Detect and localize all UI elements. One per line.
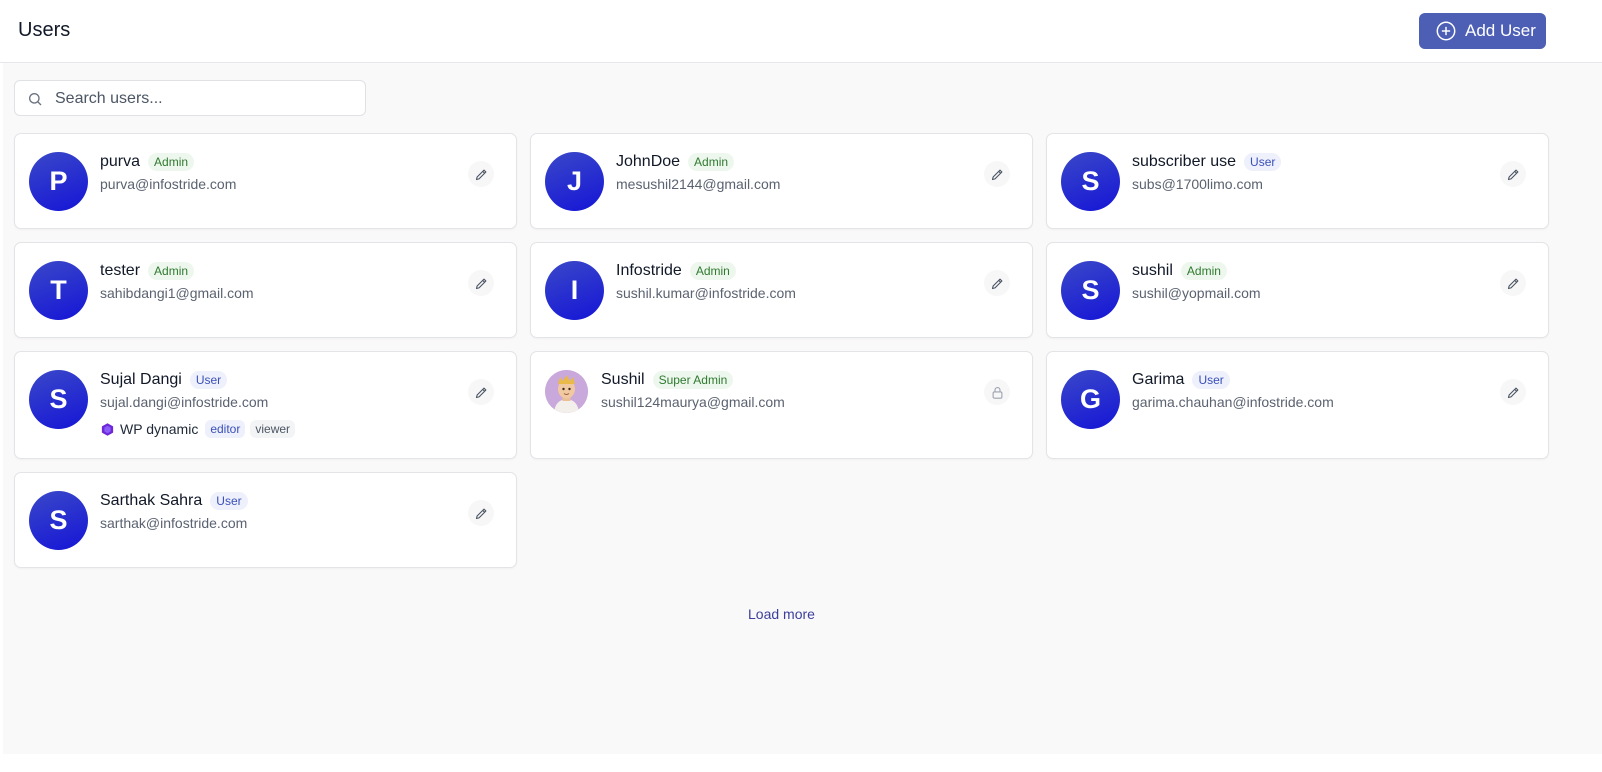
user-email: sarthak@infostride.com: [100, 515, 248, 531]
role-badge: Admin: [148, 262, 195, 280]
name-row: Sarthak Sahra User: [100, 492, 248, 510]
avatar: S: [1061, 261, 1120, 320]
user-email: sushil.kumar@infostride.com: [616, 285, 796, 301]
edit-user-button[interactable]: [1500, 379, 1526, 405]
add-user-label: Add User: [1465, 21, 1536, 40]
organization-logo-icon: [101, 422, 114, 436]
role-badge: User: [210, 492, 248, 510]
role-badge: Admin: [1180, 262, 1227, 280]
name-row: Sujal Dangi User: [100, 371, 228, 389]
page-header: Users Add User: [0, 0, 1602, 63]
user-name: subscriber use: [1132, 153, 1237, 170]
edit-user-button[interactable]: [468, 379, 494, 405]
user-name: sushil: [1132, 262, 1173, 279]
user-email: mesushil2144@gmail.com: [616, 176, 781, 192]
role-badge: Admin: [688, 153, 735, 171]
user-card: G Garima User garima.chauhan@infostride.…: [1046, 351, 1549, 459]
user-card: S Sujal Dangi User sujal.dangi@infostrid…: [14, 351, 517, 459]
avatar: T: [29, 261, 88, 320]
user-card: I Infostride Admin sushil.kumar@infostri…: [530, 242, 1033, 338]
organization-name: WP dynamic: [120, 421, 199, 437]
edit-user-button[interactable]: [984, 161, 1010, 187]
user-card: Sushil Super Admin sushil124maurya@gmail…: [530, 351, 1033, 459]
user-card: T tester Admin sahibdangi1@gmail.com: [14, 242, 517, 338]
page-title: Users: [18, 19, 71, 41]
edit-user-button[interactable]: [468, 270, 494, 296]
role-badge: Super Admin: [652, 371, 734, 389]
user-name: Infostride: [616, 262, 682, 279]
avatar: S: [29, 491, 88, 550]
name-row: tester Admin: [100, 262, 195, 280]
user-email: sujal.dangi@infostride.com: [100, 394, 269, 410]
user-name: Sujal Dangi: [100, 371, 182, 388]
name-row: JohnDoe Admin: [616, 153, 735, 171]
user-name: purva: [100, 153, 141, 170]
user-card: S sushil Admin sushil@yopmail.com: [1046, 242, 1549, 338]
avatar: S: [29, 370, 88, 429]
pencil-icon: [475, 278, 486, 289]
pencil-icon: [991, 278, 1002, 289]
user-name: Garima: [1132, 371, 1185, 388]
search-input[interactable]: [55, 87, 355, 111]
user-name: JohnDoe: [616, 153, 681, 170]
role-badge: User: [189, 371, 228, 389]
edit-user-button[interactable]: [1500, 161, 1526, 187]
role-badge: Admin: [689, 262, 736, 280]
user-email: sushil124maurya@gmail.com: [601, 394, 785, 410]
org-role-chip: editor: [205, 420, 246, 438]
user-email: garima.chauhan@infostride.com: [1132, 394, 1334, 410]
edit-user-button[interactable]: [984, 270, 1010, 296]
load-more-button[interactable]: Load more: [748, 606, 815, 622]
avatar: I: [545, 261, 604, 320]
app-frame: Users Add User P purva Admin purva@infos…: [0, 0, 1602, 772]
user-card: S subscriber use User subs@1700limo.com: [1046, 133, 1549, 229]
pencil-icon: [475, 387, 486, 398]
avatar-photo: [545, 370, 588, 413]
edit-user-button[interactable]: [468, 161, 494, 187]
edit-user-button[interactable]: [1500, 270, 1526, 296]
name-row: Infostride Admin: [616, 262, 736, 280]
search-icon: [29, 93, 42, 106]
name-row: sushil Admin: [1132, 262, 1227, 280]
organization-row: WP dynamic editor viewer: [100, 420, 296, 438]
pencil-icon: [475, 508, 486, 519]
user-card: P purva Admin purva@infostride.com: [14, 133, 517, 229]
pencil-icon: [991, 169, 1002, 180]
add-user-button[interactable]: Add User: [1419, 13, 1546, 49]
role-badge: User: [1244, 153, 1282, 171]
role-badge: Admin: [148, 153, 195, 171]
name-row: purva Admin: [100, 153, 195, 171]
edit-user-button[interactable]: [468, 500, 494, 526]
avatar: S: [1061, 152, 1120, 211]
user-card: J JohnDoe Admin mesushil2144@gmail.com: [530, 133, 1033, 229]
user-card: S Sarthak Sahra User sarthak@infostride.…: [14, 472, 517, 568]
user-email: subs@1700limo.com: [1132, 176, 1263, 192]
user-email: sahibdangi1@gmail.com: [100, 285, 254, 301]
user-email: purva@infostride.com: [100, 176, 237, 192]
org-role-chip: viewer: [250, 420, 296, 438]
pencil-icon: [1507, 278, 1518, 289]
pencil-icon: [475, 169, 486, 180]
user-name: Sarthak Sahra: [100, 492, 203, 509]
user-name: tester: [100, 262, 141, 279]
search-box[interactable]: [14, 80, 366, 116]
plus-circle-icon: [1436, 21, 1456, 41]
lock-icon: [992, 386, 1002, 399]
user-name: Sushil: [601, 371, 645, 388]
pencil-icon: [1507, 169, 1518, 180]
avatar: J: [545, 152, 604, 211]
name-row: Sushil Super Admin: [601, 371, 734, 389]
avatar: P: [29, 152, 88, 211]
locked-user-button[interactable]: [984, 379, 1010, 405]
pencil-icon: [1507, 387, 1518, 398]
role-badge: User: [1192, 371, 1230, 389]
name-row: subscriber use User: [1132, 153, 1282, 171]
memoji-avatar-icon: [545, 370, 588, 413]
user-email: sushil@yopmail.com: [1132, 285, 1261, 301]
name-row: Garima User: [1132, 371, 1230, 389]
avatar: G: [1061, 370, 1120, 429]
